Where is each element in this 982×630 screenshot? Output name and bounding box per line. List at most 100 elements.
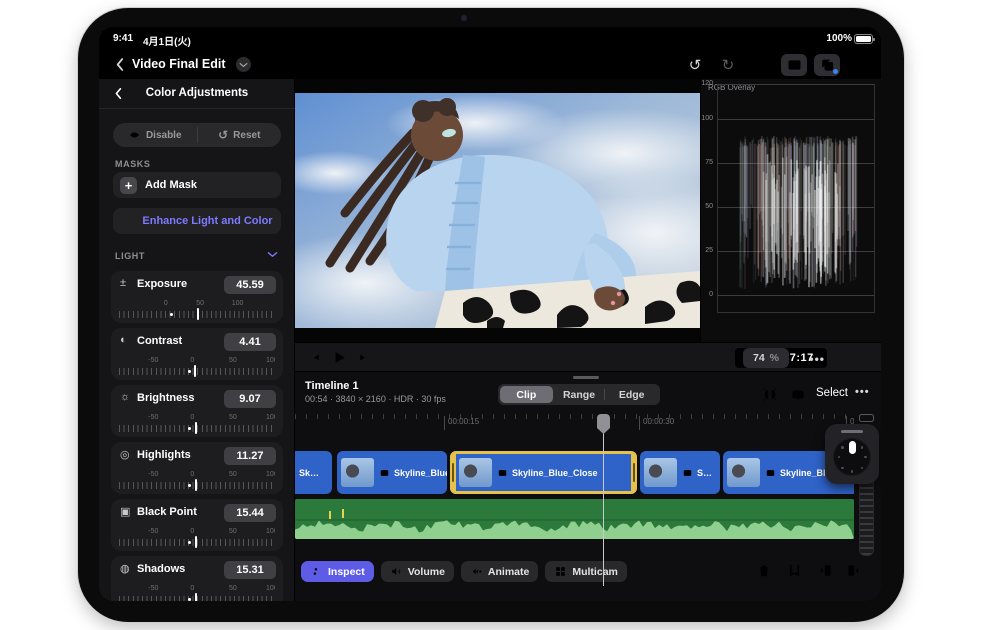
magic-wand-icon: [121, 214, 135, 228]
light-collapse-chevron-icon[interactable]: [267, 251, 278, 258]
export-icon[interactable]: [439, 54, 465, 76]
app-screen: 9:41 4月1日(火) 100% Video Final Edit ↺ ↻ C…: [99, 27, 881, 601]
slider-brightness: ☼ Brightness 9.07 -50 0 50 100: [111, 385, 283, 437]
shadows-value[interactable]: 15.31: [224, 561, 276, 579]
animate-button[interactable]: Animate: [460, 561, 539, 582]
reset-button[interactable]: ↺ Reset: [198, 123, 282, 147]
timeline-more-icon[interactable]: •••: [855, 386, 870, 398]
clock: 9:41: [113, 33, 134, 44]
clip-skyline-partial[interactable]: Sk…: [295, 451, 332, 494]
slider-shadows: ◍ Shadows 15.31 -50 0 50 100: [111, 556, 283, 601]
highlights-icon: ◎: [120, 449, 130, 461]
viewer-zoom-control[interactable]: 74%: [743, 348, 789, 368]
clip-skyline-blue-wide[interactable]: Skyline_Blue_Wide: [337, 451, 447, 494]
redo-icon[interactable]: ↻: [715, 54, 741, 76]
jog-wheel-panel[interactable]: [825, 424, 879, 484]
audio-waveform: [295, 499, 854, 539]
media-icon[interactable]: [781, 54, 807, 76]
effects-badge: [833, 69, 838, 74]
overlay-view-icon[interactable]: [789, 386, 807, 403]
slider-highlights: ◎ Highlights 11.27 -50 0 50 100: [111, 442, 283, 494]
panel-header: Color Adjustments: [99, 79, 295, 109]
center-toolbar-group: [439, 54, 570, 76]
blade-icon[interactable]: [783, 562, 805, 579]
mic-icon[interactable]: [509, 54, 535, 76]
black-point-value[interactable]: 15.44: [224, 504, 276, 522]
brightness-value[interactable]: 9.07: [224, 390, 276, 408]
jog-marker: [849, 441, 856, 454]
project-title-chevron-icon[interactable]: [236, 57, 251, 72]
clip-thumbnail: [644, 458, 677, 487]
preview-frame-image: [295, 93, 700, 328]
effects-icon[interactable]: [814, 54, 840, 76]
clip-tools-group: Inspect Volume Animate Multicam: [301, 561, 627, 582]
project-title[interactable]: Video Final Edit: [132, 57, 226, 71]
jog-drag-handle[interactable]: [841, 430, 863, 433]
photo-icon: [497, 468, 508, 478]
more-icon[interactable]: [847, 54, 873, 76]
clip-thumbnail: [341, 458, 374, 487]
exposure-value[interactable]: 45.59: [224, 276, 276, 294]
mode-edge[interactable]: Edge: [604, 386, 658, 403]
battery-percent: 100%: [826, 33, 852, 44]
trim-handle-left[interactable]: [450, 454, 456, 491]
brightness-ruler[interactable]: -50 0 50 100: [119, 414, 275, 434]
select-button[interactable]: Select: [816, 387, 848, 399]
highlights-ruler[interactable]: -50 0 50 100: [119, 471, 275, 491]
panel-title: Color Adjustments: [145, 87, 249, 99]
disable-button[interactable]: Disable: [113, 123, 197, 147]
insert-icon[interactable]: [813, 562, 835, 579]
photo-icon: [682, 468, 693, 478]
clip-skyline-short[interactable]: S…: [640, 451, 720, 494]
clip-thumbnail: [459, 458, 492, 487]
back-chevron-icon[interactable]: [115, 57, 124, 72]
brightness-icon: ☼: [120, 391, 131, 403]
slider-exposure: ± Exposure 45.59 0 50 100: [111, 271, 283, 323]
timeline-ruler[interactable]: 00:00:15 00:00:30 00:00:45: [295, 412, 854, 438]
clip-skyline-blue-close[interactable]: Skyline_Blue_Close: [450, 451, 637, 494]
enhance-light-color-button[interactable]: Enhance Light and Color: [113, 208, 281, 234]
browser-icon[interactable]: [748, 54, 774, 76]
edit-actions-group: [753, 562, 865, 579]
light-wand-icon[interactable]: [240, 247, 254, 261]
inspect-button[interactable]: Inspect: [301, 561, 374, 582]
skip-back-icon[interactable]: [309, 351, 322, 364]
snapping-icon[interactable]: [761, 386, 779, 403]
playhead[interactable]: [597, 414, 610, 586]
status-date: 4月1日(火): [143, 37, 191, 48]
add-mask-button[interactable]: + Add Mask: [113, 172, 281, 198]
volume-button[interactable]: Volume: [380, 561, 454, 582]
mode-range[interactable]: Range: [553, 386, 606, 403]
track-height-button-1[interactable]: [859, 414, 874, 422]
shadows-ruler[interactable]: -50 0 50 100: [119, 585, 275, 601]
mode-clip[interactable]: Clip: [500, 386, 553, 403]
viewer-more-icon[interactable]: •••: [809, 352, 825, 366]
timeline-name[interactable]: Timeline 1: [305, 380, 359, 392]
front-camera: [461, 15, 467, 21]
audio-track[interactable]: [295, 499, 854, 539]
battery-icon: [854, 34, 875, 44]
slider-black-point: ▣ Black Point 15.44 -50 0 50 100: [111, 499, 283, 551]
contrast-value[interactable]: 4.41: [224, 333, 276, 351]
undo-icon[interactable]: ↺: [682, 54, 708, 76]
exposure-icon: ±: [120, 277, 127, 289]
contrast-ruler[interactable]: -50 0 50 100: [119, 357, 275, 377]
play-icon[interactable]: [331, 349, 348, 366]
skip-forward-icon[interactable]: [357, 351, 370, 364]
multicam-button[interactable]: Multicam: [545, 561, 627, 582]
video-camera-icon[interactable]: [474, 54, 500, 76]
trim-handle-right[interactable]: [631, 454, 637, 491]
plus-icon: +: [120, 176, 137, 194]
highlights-value[interactable]: 11.27: [224, 447, 276, 465]
exposure-ruler[interactable]: 0 50 100: [119, 300, 275, 320]
trash-icon[interactable]: [753, 562, 775, 579]
jog-wheel[interactable]: [833, 438, 871, 476]
black-point-ruler[interactable]: -50 0 50 100: [119, 528, 275, 548]
photo-icon: [765, 468, 776, 478]
video-preview[interactable]: [295, 79, 700, 342]
pencil-icon[interactable]: [544, 54, 570, 76]
scope-waveform: [717, 84, 875, 313]
overwrite-icon[interactable]: [843, 562, 865, 579]
resize-handle[interactable]: [573, 376, 599, 379]
clip-thumbnail: [727, 458, 760, 487]
